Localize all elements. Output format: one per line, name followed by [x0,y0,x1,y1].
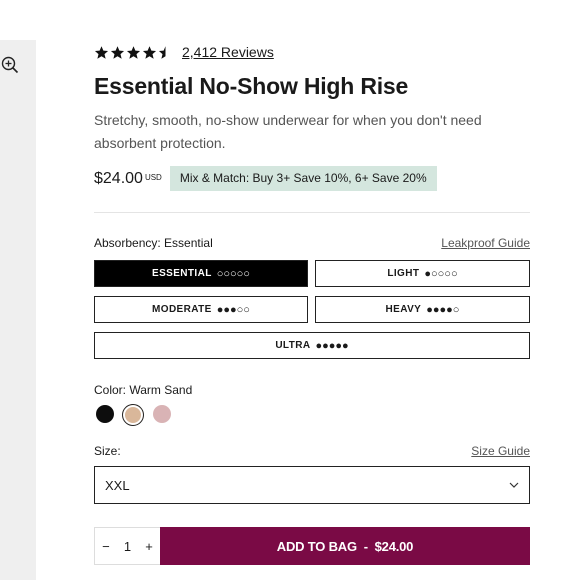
absorbency-option-heavy[interactable]: HEAVY ●●●●○ [315,296,530,323]
absorbency-label: Absorbency: Essential [94,236,213,250]
divider [94,212,530,213]
size-select[interactable]: XXL [94,466,530,504]
absorbency-option-ultra[interactable]: ULTRA ●●●●● [94,332,530,359]
star-icon [94,45,109,59]
rating-row: 2,412 Reviews [94,43,274,61]
option-label: LIGHT [387,268,420,279]
half-star-icon [158,45,166,59]
absorbency-option-essential[interactable]: ESSENTIAL ○○○○○ [94,260,308,287]
currency: USD [144,173,162,182]
drops-icon: ●○○○○ [424,267,458,280]
add-to-bag-label: ADD TO BAG - $24.00 [276,538,414,554]
swatch-black[interactable] [96,405,114,423]
absorbency-option-light[interactable]: LIGHT ●○○○○ [315,260,530,287]
product-title: Essential No-Show High Rise [94,73,409,99]
star-icon [142,45,157,59]
increment-button[interactable]: + [145,539,153,554]
drops-icon: ●●●●○ [426,303,460,316]
option-label: ULTRA [275,340,311,351]
zoom-in-icon[interactable] [1,56,19,74]
star-icon [110,45,125,59]
price-row: $24.00 USD Mix & Match: Buy 3+ Save 10%,… [94,166,437,191]
drops-icon: ●●●●● [315,339,349,352]
price: $24.00 [94,169,143,187]
reviews-link[interactable]: 2,412 Reviews [182,44,274,60]
color-label: Color: Warm Sand [94,383,193,397]
size-guide-link[interactable]: Size Guide [471,444,530,458]
decrement-button[interactable]: − [102,539,110,554]
drops-icon: ●●●○○ [216,303,250,316]
quantity-value: 1 [123,538,132,554]
option-label: MODERATE [152,304,212,315]
quantity-stepper[interactable]: − 1 + [94,527,160,565]
promo-badge: Mix & Match: Buy 3+ Save 10%, 6+ Save 20… [169,166,437,191]
star-rating [94,45,173,60]
drops-icon: ○○○○○ [216,267,250,280]
leakproof-guide-link[interactable]: Leakproof Guide [441,236,530,250]
swatch-pink[interactable] [153,405,171,423]
option-label: HEAVY [385,304,422,315]
absorbency-header: Absorbency: Essential Leakproof Guide [94,236,530,250]
star-icon [126,45,141,59]
chevron-down-icon [509,482,519,488]
swatch-warm-sand[interactable] [122,404,144,426]
size-header: Size: Size Guide [94,444,530,458]
product-description: Stretchy, smooth, no-show underwear for … [94,112,482,151]
add-to-bag-button[interactable]: ADD TO BAG - $24.00 [160,527,530,565]
size-label: Size: [94,444,121,458]
option-label: ESSENTIAL [152,268,212,279]
absorbency-option-moderate[interactable]: MODERATE ●●●○○ [94,296,308,323]
product-image-area [0,40,36,580]
size-selected-value: XXL [105,477,130,493]
